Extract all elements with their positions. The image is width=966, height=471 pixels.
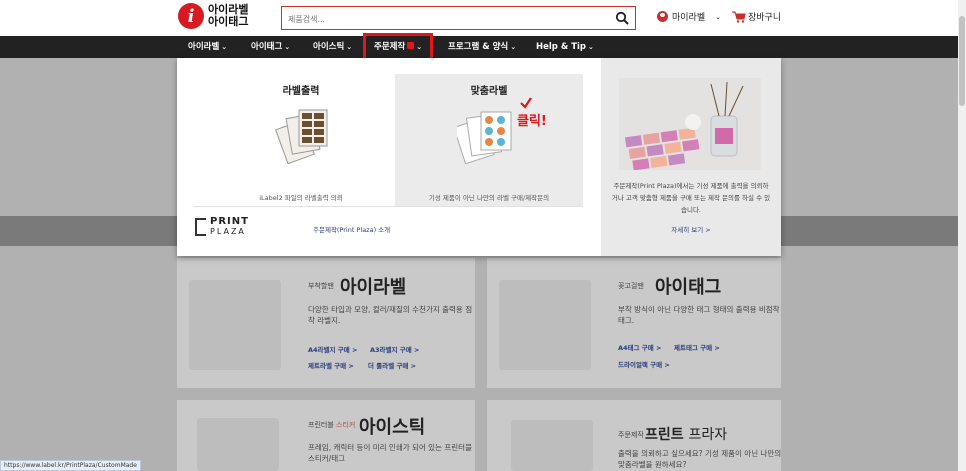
account-label: 마이라벨 bbox=[672, 13, 706, 23]
cart-link[interactable]: 장바구니 bbox=[732, 10, 781, 23]
chevron-down-icon: ⌄ bbox=[346, 43, 353, 51]
account-menu[interactable]: 마이라벨 ⌄ bbox=[657, 10, 721, 23]
cart-icon bbox=[732, 11, 746, 23]
link-dry-rack[interactable]: 드라이얼랙 구매 > bbox=[618, 359, 670, 369]
nav-item-itag[interactable]: 아이태그 ⌄ bbox=[251, 36, 290, 58]
chevron-down-icon: ⌄ bbox=[221, 43, 228, 51]
card-description: 부착 방식이 아닌 다양한 태그 형태의 출력용 비점착 태그. bbox=[618, 305, 780, 325]
card-title: 아이라벨 bbox=[340, 277, 407, 298]
card-tagline: 꽂고걸땐 bbox=[618, 282, 644, 290]
promo-photo bbox=[619, 78, 761, 170]
site-header: i 아이라벨 아이태그 마이라벨 ⌄ 장바구니 bbox=[0, 0, 966, 36]
chevron-down-icon: ⌄ bbox=[510, 43, 517, 51]
chevron-down-icon: ⌄ bbox=[416, 43, 423, 51]
nav-item-custom-order[interactable]: 주문제작 ⌄ bbox=[363, 33, 434, 61]
search-input[interactable] bbox=[282, 8, 602, 31]
card-description: 출력을 의뢰하고 싶으세요? 기성 제품이 아닌 나만의 맞춤라벨을 원하세요? bbox=[618, 449, 782, 469]
product-card-ilabel[interactable]: 부착할땐 아이라벨 다양한 타입과 모양, 컬러/재질의 수천가지 출력용 점착… bbox=[177, 258, 475, 388]
menu-divider bbox=[193, 206, 583, 207]
user-icon bbox=[657, 11, 668, 22]
card-tagline: 프린터블 bbox=[308, 421, 334, 429]
card-title: 아이태그 bbox=[655, 277, 722, 298]
link-a3-label[interactable]: A3라벨지 구매 > bbox=[370, 344, 419, 354]
nav-item-istick[interactable]: 아이스틱 ⌄ bbox=[313, 36, 352, 58]
link-a4-label[interactable]: A4라벨지 구매 > bbox=[308, 344, 357, 354]
option-custom-label[interactable]: 맞춤라벨 클릭! 기성 제품이 아닌 나만의 라벨 구매/제작문의 bbox=[395, 74, 583, 207]
logo-i-icon: i bbox=[178, 3, 204, 29]
search-icon[interactable] bbox=[615, 11, 629, 25]
scroll-thumb[interactable] bbox=[959, 16, 965, 106]
click-annotation: 클릭! bbox=[517, 114, 547, 129]
card-tagline-accent: 스티커 bbox=[336, 421, 356, 429]
printplaza-illustration bbox=[511, 420, 593, 471]
ilabel-illustration bbox=[189, 280, 281, 370]
page-scrollbar[interactable] bbox=[958, 0, 966, 471]
custom-order-mega-menu: 라벨출력 iLabel2 파일의 라벨출력 의뢰 맞춤라벨 클릭! 기성 제품이… bbox=[177, 58, 781, 256]
card-description: 다양한 타입과 모양, 컬러/재질의 수천가지 출력용 점착 라벨지. bbox=[308, 305, 473, 325]
print-plaza-logo: PRINT PLAZA bbox=[195, 217, 249, 237]
nav-item-help-tip[interactable]: Help & Tip ⌄ bbox=[536, 36, 594, 58]
main-nav: 아이라벨 ⌄ 아이태그 ⌄ 아이스틱 ⌄ 주문제작 ⌄ 프로그램 & 양식 ⌄ Help … bbox=[0, 33, 966, 61]
print-plaza-mark-icon bbox=[195, 218, 206, 236]
product-card-printplaza[interactable]: 주문제작 프린트 프라자 출력을 의뢰하고 싶으세요? 기성 제품이 아닌 나만… bbox=[487, 400, 781, 471]
new-badge bbox=[407, 42, 415, 49]
istick-illustration bbox=[197, 418, 279, 471]
option-caption: 기성 제품이 아닌 나만의 라벨 구매/제작문의 bbox=[428, 194, 550, 202]
promo-description: 주문제작(Print Plaza)에서는 기성 제품에 출력을 의뢰하거나 고객… bbox=[611, 182, 771, 214]
link-jet-tag[interactable]: 제트태그 구매 > bbox=[674, 342, 720, 352]
itag-illustration bbox=[499, 280, 591, 370]
promo-more-link[interactable]: 자세히 보기 > bbox=[601, 224, 781, 234]
browser-status-url: https://www.label.kr/PrintPlaza/CustomMa… bbox=[0, 460, 141, 471]
search-box bbox=[281, 6, 636, 31]
option-title: 라벨출력 bbox=[282, 86, 320, 97]
product-card-istick[interactable]: 프린터블 스티커 아이스틱 프레임, 캐릭터 등이 미리 인쇄가 되어 있는 프… bbox=[177, 400, 475, 471]
card-tagline: 주문제작 bbox=[618, 431, 644, 439]
card-tagline: 부착할땐 bbox=[308, 282, 334, 290]
option-caption: iLabel2 파일의 라벨출력 의뢰 bbox=[259, 194, 343, 202]
card-title-suffix: 프라자 bbox=[688, 427, 728, 443]
label-sheets-icon bbox=[275, 109, 328, 164]
link-roll-label[interactable]: 더 롤라벨 구매 > bbox=[368, 360, 416, 370]
nav-item-ilabel[interactable]: 아이라벨 ⌄ bbox=[188, 36, 227, 58]
link-a4-tag[interactable]: A4태그 구매 > bbox=[618, 342, 661, 352]
chevron-down-icon: ⌄ bbox=[284, 43, 291, 51]
option-label-print[interactable]: 라벨출력 iLabel2 파일의 라벨출력 의뢰 bbox=[207, 74, 395, 207]
checkmark-icon bbox=[520, 97, 532, 109]
print-plaza-intro-link[interactable]: 주문제작(Print Plaza) 소개 bbox=[313, 224, 390, 234]
cart-label: 장바구니 bbox=[748, 13, 782, 23]
link-jet-label[interactable]: 제트라벨 구매 > bbox=[308, 360, 354, 370]
site-logo[interactable]: i 아이라벨 아이태그 bbox=[178, 3, 248, 29]
chevron-down-icon: ⌄ bbox=[588, 43, 594, 51]
product-card-itag[interactable]: 꽂고걸땐 아이태그 부착 방식이 아닌 다양한 태그 형태의 출력용 비점착 태… bbox=[487, 258, 781, 388]
logo-line2: 아이태그 bbox=[208, 15, 249, 28]
card-title: 프린트 bbox=[645, 427, 684, 443]
option-title: 맞춤라벨 bbox=[470, 86, 508, 97]
card-description: 프레임, 캐릭터 등이 미리 인쇄가 되어 있는 프린터블 스티커/태그 bbox=[308, 443, 472, 463]
card-title: 아이스틱 bbox=[359, 417, 426, 438]
print-plaza-promo: 주문제작(Print Plaza)에서는 기성 제품에 출력을 의뢰하거나 고객… bbox=[601, 58, 781, 256]
chevron-down-icon: ⌄ bbox=[715, 12, 721, 21]
nav-item-program-form[interactable]: 프로그램 & 양식 ⌄ bbox=[448, 36, 516, 58]
custom-label-sheets-icon bbox=[457, 111, 512, 164]
